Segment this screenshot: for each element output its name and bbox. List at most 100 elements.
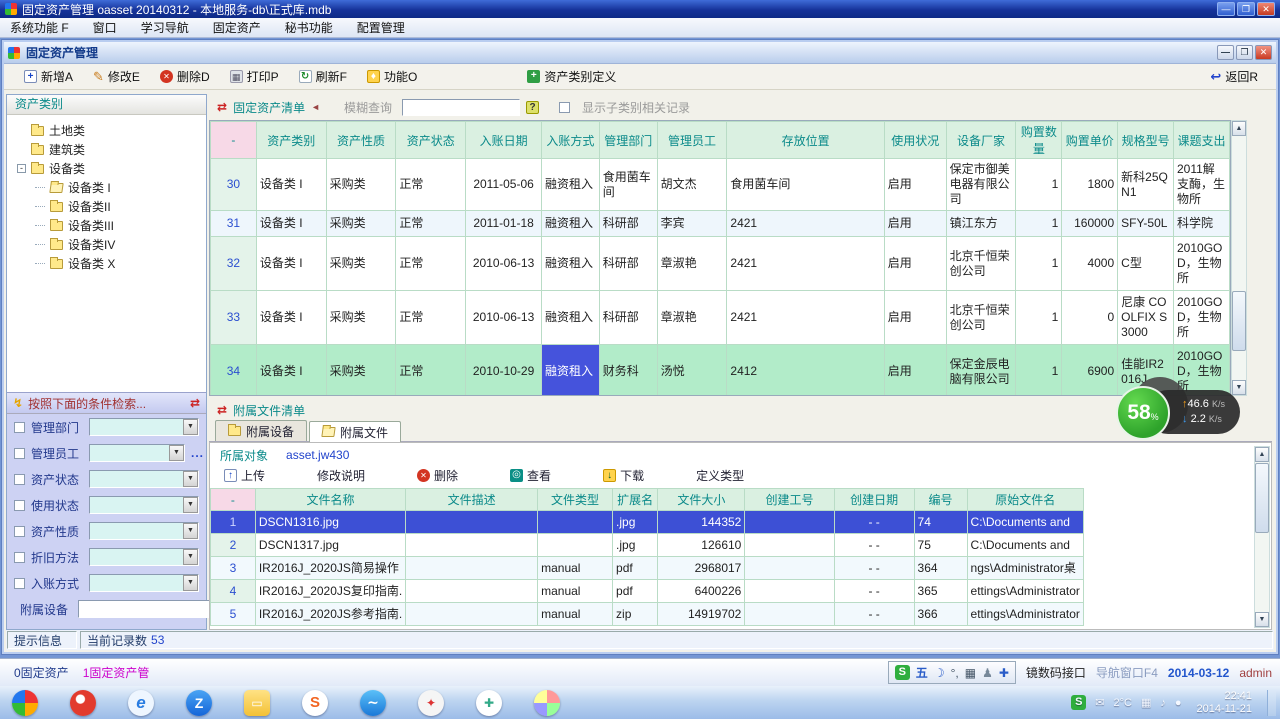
tree-item-土地类[interactable]: 土地类 — [7, 121, 206, 140]
menu-item-1[interactable]: 窗口 — [93, 19, 117, 36]
close-button[interactable]: ✕ — [1257, 2, 1275, 16]
restore-button[interactable]: ❐ — [1237, 2, 1255, 16]
paint-icon[interactable] — [534, 690, 560, 716]
scroll-up-icon[interactable]: ▲ — [1255, 447, 1269, 462]
child-minimize-button[interactable]: — — [1217, 45, 1234, 60]
tree-item-设备类III[interactable]: 设备类III — [7, 216, 206, 235]
more-button[interactable]: ... — [191, 446, 204, 460]
keyboard-icon[interactable]: ▦ — [965, 666, 976, 680]
filter-dropdown[interactable]: ▼ — [89, 444, 185, 462]
attachment-row[interactable]: 1DSCN1316.jpg.jpg144352- -74C:\Documents… — [211, 511, 1084, 534]
filter-checkbox[interactable] — [14, 448, 25, 459]
show-desktop-button[interactable] — [1267, 690, 1276, 716]
attachment-row[interactable]: 3IR2016J_2020JS简易操作manualpdf2968017- -36… — [211, 557, 1084, 580]
mdi-window-button-0[interactable]: 0固定资产 — [14, 664, 69, 681]
table-row[interactable]: 31设备类 I采购类正常2011-01-18融资租入科研部李宾2421启用镇江东… — [211, 211, 1230, 237]
column-header-资产类别[interactable]: 资产类别 — [256, 122, 326, 159]
memory-percent-ball[interactable]: 58 % — [1116, 386, 1170, 440]
chevron-down-icon[interactable]: ▼ — [183, 419, 198, 435]
back-button[interactable]: ↩返回R — [1210, 68, 1258, 85]
tree-item-设备类 X[interactable]: 设备类 X — [7, 254, 206, 273]
punctuation-icon[interactable]: °, — [951, 666, 959, 680]
tab-附属文件[interactable]: 附属文件 — [309, 421, 401, 442]
chevron-down-icon[interactable]: ▼ — [183, 523, 198, 539]
filter-checkbox[interactable] — [14, 422, 25, 433]
fuzzy-search-input[interactable] — [402, 99, 520, 116]
filter-checkbox[interactable] — [14, 552, 25, 563]
column-header--[interactable]: - — [211, 122, 257, 159]
filter-dropdown[interactable]: ▼ — [89, 470, 199, 488]
column-header-课题支出[interactable]: 课题支出 — [1174, 122, 1230, 159]
swap-arrows-icon[interactable]: ⇄ — [190, 396, 200, 410]
scroll-up-icon[interactable]: ▲ — [1232, 121, 1246, 136]
column-header-购置单价[interactable]: 购置单价 — [1062, 122, 1118, 159]
toolbar-button-function-icon[interactable]: ♦功能O — [367, 68, 417, 85]
chinese-mode-icon[interactable]: 五 — [916, 664, 928, 681]
attachment-row[interactable]: 4IR2016J_2020JS复印指南.manualpdf6400226- -3… — [211, 580, 1084, 603]
table-row[interactable]: 30设备类 I采购类正常2011-05-06融资租入食用菌车间胡文杰食用菌车间启… — [211, 159, 1230, 211]
scroll-thumb[interactable] — [1255, 463, 1269, 533]
attach-button-delete-icon[interactable]: ✕删除 — [417, 467, 458, 484]
scroll-down-icon[interactable]: ▼ — [1255, 612, 1269, 627]
nav-window-label[interactable]: 导航窗口F4 — [1096, 664, 1158, 681]
toolbar-button-print-icon[interactable]: ▦打印P — [230, 68, 279, 85]
column-header-原始文件名[interactable]: 原始文件名 — [967, 489, 1083, 511]
sogou-icon[interactable]: S — [302, 690, 328, 716]
tray-mail-icon[interactable]: ✉ — [1095, 696, 1104, 709]
filter-dropdown[interactable]: ▼ — [89, 496, 199, 514]
menu-item-4[interactable]: 秘书功能 — [285, 19, 333, 36]
attach-button-view-icon[interactable]: ◎查看 — [510, 467, 551, 484]
column-header-入账方式[interactable]: 入账方式 — [541, 122, 599, 159]
tree-item-设备类 I[interactable]: 设备类 I — [7, 178, 206, 197]
chevron-down-icon[interactable]: ▼ — [183, 471, 198, 487]
column-header-文件名称[interactable]: 文件名称 — [255, 489, 405, 511]
table-row[interactable]: 33设备类 I采购类正常2010-06-13融资租入科研部章淑艳2421启用北京… — [211, 291, 1230, 345]
browser-blue-icon[interactable]: ∼ — [360, 690, 386, 716]
minimize-button[interactable]: — — [1217, 2, 1235, 16]
column-header-管理员工[interactable]: 管理员工 — [657, 122, 727, 159]
class-define-button[interactable]: +资产类别定义 — [527, 68, 616, 85]
menu-item-3[interactable]: 固定资产 — [213, 19, 261, 36]
column-header-文件大小[interactable]: 文件大小 — [658, 489, 745, 511]
column-header-购置数量[interactable]: 购置数量 — [1016, 122, 1062, 159]
asset-table-scrollbar[interactable]: ▲ ▼ — [1231, 120, 1247, 396]
toolbar-button-delete-icon[interactable]: ✕删除D — [160, 68, 210, 85]
folder-icon[interactable]: ▭ — [244, 690, 270, 716]
tray-antivirus-icon[interactable]: S — [1071, 695, 1086, 710]
column-header-管理部门[interactable]: 管理部门 — [599, 122, 657, 159]
column-header-规格型号[interactable]: 规格型号 — [1118, 122, 1174, 159]
column-header-创建日期[interactable]: 创建日期 — [834, 489, 914, 511]
sogou-ime-icon[interactable]: S — [895, 665, 910, 680]
column-header-存放位置[interactable]: 存放位置 — [727, 122, 884, 159]
tree-item-建筑类[interactable]: 建筑类 — [7, 140, 206, 159]
tree-item-设备类II[interactable]: 设备类II — [7, 197, 206, 216]
moon-icon[interactable]: ☽ — [934, 666, 945, 680]
column-header-使用状况[interactable]: 使用状况 — [884, 122, 946, 159]
column-header-资产性质[interactable]: 资产性质 — [326, 122, 396, 159]
column-header-编号[interactable]: 编号 — [914, 489, 967, 511]
tree-item-设备类[interactable]: -设备类 — [7, 159, 206, 178]
column-header-文件类型[interactable]: 文件类型 — [538, 489, 613, 511]
tray-network-icon[interactable]: ● — [1175, 697, 1182, 709]
toolbar-button-add-icon[interactable]: +新增A — [24, 68, 73, 85]
toolbar-button-edit-icon[interactable]: ✎修改E — [93, 68, 140, 85]
tools-icon[interactable]: ✚ — [476, 690, 502, 716]
menu-item-0[interactable]: 系统功能 F — [10, 19, 69, 36]
tree-item-设备类IV[interactable]: 设备类IV — [7, 235, 206, 254]
thunder-icon[interactable]: Z — [186, 690, 212, 716]
search-helper-icon[interactable]: ? — [526, 101, 539, 114]
menu-item-5[interactable]: 配置管理 — [357, 19, 405, 36]
table-row[interactable]: 32设备类 I采购类正常2010-06-13融资租入科研部章淑艳2421启用北京… — [211, 237, 1230, 291]
toolbar-button-refresh-icon[interactable]: ↻刷新F — [299, 68, 347, 85]
filter-checkbox[interactable] — [14, 500, 25, 511]
filter-dropdown[interactable]: ▼ — [89, 522, 199, 540]
child-close-button[interactable]: ✕ — [1255, 45, 1272, 60]
attachment-row[interactable]: 5IR2016J_2020JS参考指南.manualzip14919702- -… — [211, 603, 1084, 626]
tray-keyboard-icon[interactable]: ▦ — [1141, 696, 1151, 709]
attach-button-修改说明[interactable]: 修改说明 — [317, 467, 365, 484]
column-header-文件描述[interactable]: 文件描述 — [406, 489, 538, 511]
subcategory-checkbox[interactable] — [559, 102, 570, 113]
attachments-scrollbar[interactable]: ▲ ▼ — [1254, 446, 1270, 628]
start-icon[interactable] — [12, 690, 38, 716]
chevron-down-icon[interactable]: ▼ — [183, 575, 198, 591]
